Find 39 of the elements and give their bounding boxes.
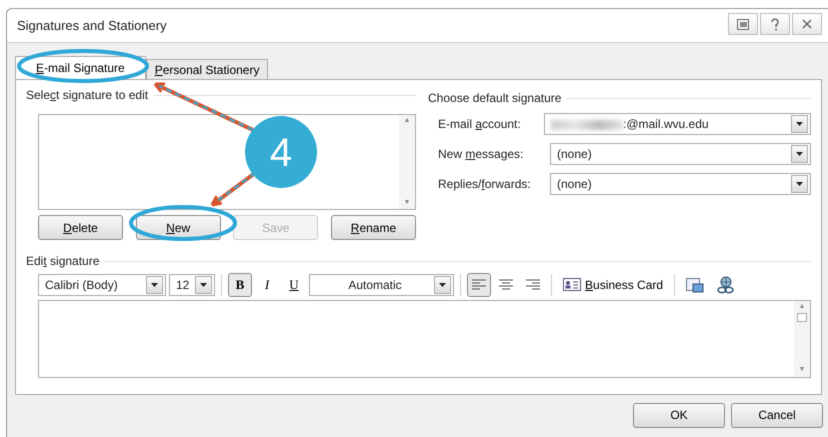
dropdown-field[interactable]: Calibri (Body) — [38, 274, 166, 296]
italic-button[interactable]: I — [255, 272, 279, 297]
arrow — [210, 171, 256, 207]
group-label: Choose default signature — [428, 91, 562, 106]
window-icon — [737, 18, 749, 30]
step-number: 4 — [270, 131, 292, 175]
dropdown-field[interactable]: 12 — [169, 274, 215, 296]
window-button[interactable] — [728, 13, 758, 35]
card-icon — [563, 278, 581, 292]
signature-button[interactable]: Delete — [38, 215, 123, 240]
globe-link-icon — [717, 276, 736, 294]
bold-button[interactable]: B — [228, 272, 252, 297]
window-title: Signatures and Stationery — [17, 18, 167, 34]
dropdown-field[interactable]: :@mail.wvu.edu — [544, 113, 811, 136]
underline-button[interactable]: U — [282, 272, 306, 297]
dropdown-field[interactable]: (none) — [550, 173, 811, 196]
tab[interactable]: Personal Stationery — [146, 59, 268, 79]
close-button[interactable] — [792, 13, 822, 35]
step-badge — [245, 116, 317, 188]
group-label: Edit signature — [26, 254, 100, 269]
signature-button[interactable]: Rename — [330, 215, 416, 240]
picture-icon — [686, 276, 704, 293]
align-left-button[interactable] — [467, 272, 491, 297]
field-label: Replies/forwards: — [438, 177, 532, 192]
dialog-button[interactable]: Cancel — [731, 403, 823, 428]
business-card-button[interactable]: Business Card — [558, 272, 668, 297]
dropdown-field[interactable]: (none) — [550, 143, 811, 166]
dialog-button[interactable]: OK — [633, 403, 725, 428]
align-left-icon — [472, 279, 486, 290]
field-label: E-mail account: — [438, 117, 522, 132]
dropdown-field[interactable]: Automatic — [309, 274, 454, 296]
group-label: Select signature to edit — [26, 88, 148, 102]
help-button[interactable] — [760, 13, 790, 35]
field-label: New messages: — [438, 147, 524, 162]
align-right-icon — [526, 279, 540, 290]
help-icon — [770, 18, 780, 30]
scroll-thumb[interactable] — [797, 313, 807, 322]
align-center-icon — [499, 279, 513, 290]
close-icon — [802, 19, 812, 29]
